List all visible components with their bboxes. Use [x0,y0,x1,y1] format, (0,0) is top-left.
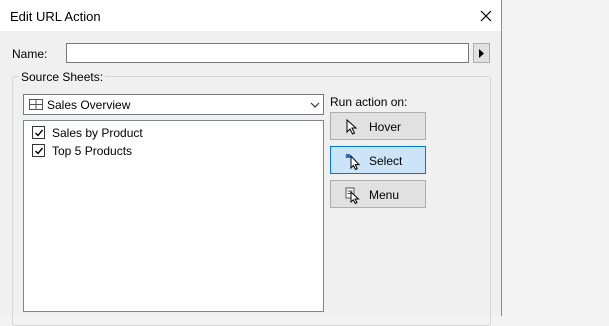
source-sheet-dropdown[interactable]: Sales Overview [23,94,324,115]
select-cursor-icon [345,153,361,170]
sheet-checkbox[interactable] [32,144,45,157]
play-arrow-icon [479,49,484,58]
dialog-title: Edit URL Action [10,9,101,24]
menu-label: Menu [369,188,400,202]
hover-cursor-icon [346,119,358,135]
close-button[interactable] [472,2,500,30]
select-label: Select [369,154,403,168]
sheet-label: Top 5 Products [52,144,133,158]
name-label: Name: [12,47,48,61]
checkmark-icon [35,129,44,137]
close-icon [480,10,492,22]
hover-label: Hover [369,120,402,134]
title-bar: Edit URL Action [0,0,501,31]
checkmark-icon [35,147,44,155]
sheet-checkbox[interactable] [32,126,45,139]
menu-button[interactable]: Menu [330,180,426,208]
name-input[interactable] [66,43,469,63]
edit-url-action-dialog: Edit URL Action Name: Source Sheets: Sal… [0,0,502,326]
sheet-list: Sales by Product Top 5 Products [23,120,324,312]
select-button[interactable]: Select [330,146,426,174]
chevron-down-icon [310,102,320,108]
run-action-label: Run action on: [330,95,408,109]
hover-button[interactable]: Hover [330,112,426,140]
insert-field-button[interactable] [473,43,490,63]
dashboard-grid-icon [29,99,43,110]
source-sheets-label: Source Sheets: [19,70,106,84]
sheet-label: Sales by Product [52,126,143,140]
selected-sheet-text: Sales Overview [47,98,131,112]
menu-cursor-icon [345,187,360,204]
